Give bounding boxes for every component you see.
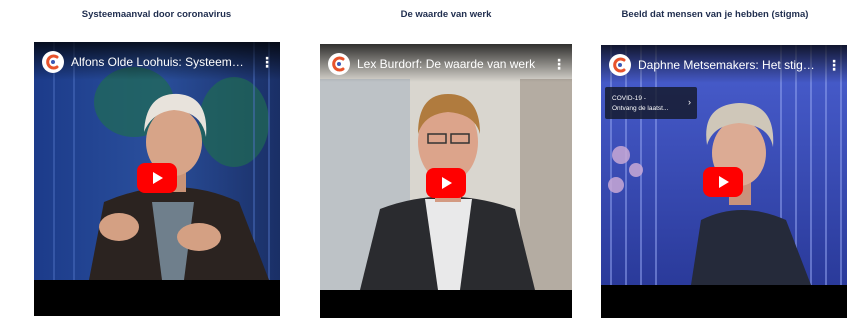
- video-player[interactable]: Lex Burdorf: De waarde van werk ⋮: [320, 44, 572, 318]
- player-bottom-bar: [320, 290, 572, 318]
- section-title: Systeemaanval door coronavirus: [81, 9, 232, 20]
- chevron-right-icon: ›: [688, 97, 691, 107]
- more-vert-icon[interactable]: ⋮: [827, 57, 841, 73]
- player-header: Alfons Olde Loohuis: Systeemaanv... ⋮: [34, 42, 280, 80]
- more-vert-icon[interactable]: ⋮: [260, 54, 274, 70]
- info-card-popup[interactable]: COVID-19 - Ontvang de laatst... ›: [605, 87, 697, 119]
- player-bottom-bar: [601, 285, 847, 318]
- youtube-play-icon[interactable]: [137, 163, 177, 193]
- youtube-play-icon[interactable]: [426, 168, 466, 198]
- player-header: Daphne Metsemakers: Het stigma ... ⋮: [601, 45, 847, 83]
- player-bottom-bar: [34, 280, 280, 316]
- video-player[interactable]: Alfons Olde Loohuis: Systeemaanv... ⋮: [34, 42, 280, 316]
- youtube-play-icon[interactable]: [703, 167, 743, 197]
- section-title: Beeld dat mensen van je hebben (stigma): [621, 9, 809, 20]
- channel-logo-icon[interactable]: [42, 51, 64, 73]
- more-vert-icon[interactable]: ⋮: [552, 56, 566, 72]
- video-title[interactable]: Lex Burdorf: De waarde van werk: [357, 57, 542, 71]
- channel-logo-icon[interactable]: [609, 54, 631, 76]
- player-header: Lex Burdorf: De waarde van werk ⋮: [320, 44, 572, 82]
- video-card-2: De waarde van werk Lex Burdorf: De waard…: [313, 0, 579, 319]
- video-title[interactable]: Alfons Olde Loohuis: Systeemaanv...: [71, 55, 250, 69]
- video-card-1: Systeemaanval door coronavirus Alfons Ol…: [0, 0, 313, 319]
- video-player[interactable]: Daphne Metsemakers: Het stigma ... ⋮ COV…: [601, 45, 847, 318]
- info-card-line1: COVID-19 -: [612, 95, 646, 102]
- video-card-3: Beeld dat mensen van je hebben (stigma): [579, 0, 851, 319]
- video-title[interactable]: Daphne Metsemakers: Het stigma ...: [638, 58, 817, 72]
- info-card-line2: Ontvang de laatst...: [612, 105, 669, 112]
- section-title: De waarde van werk: [400, 9, 492, 20]
- channel-logo-icon[interactable]: [328, 53, 350, 75]
